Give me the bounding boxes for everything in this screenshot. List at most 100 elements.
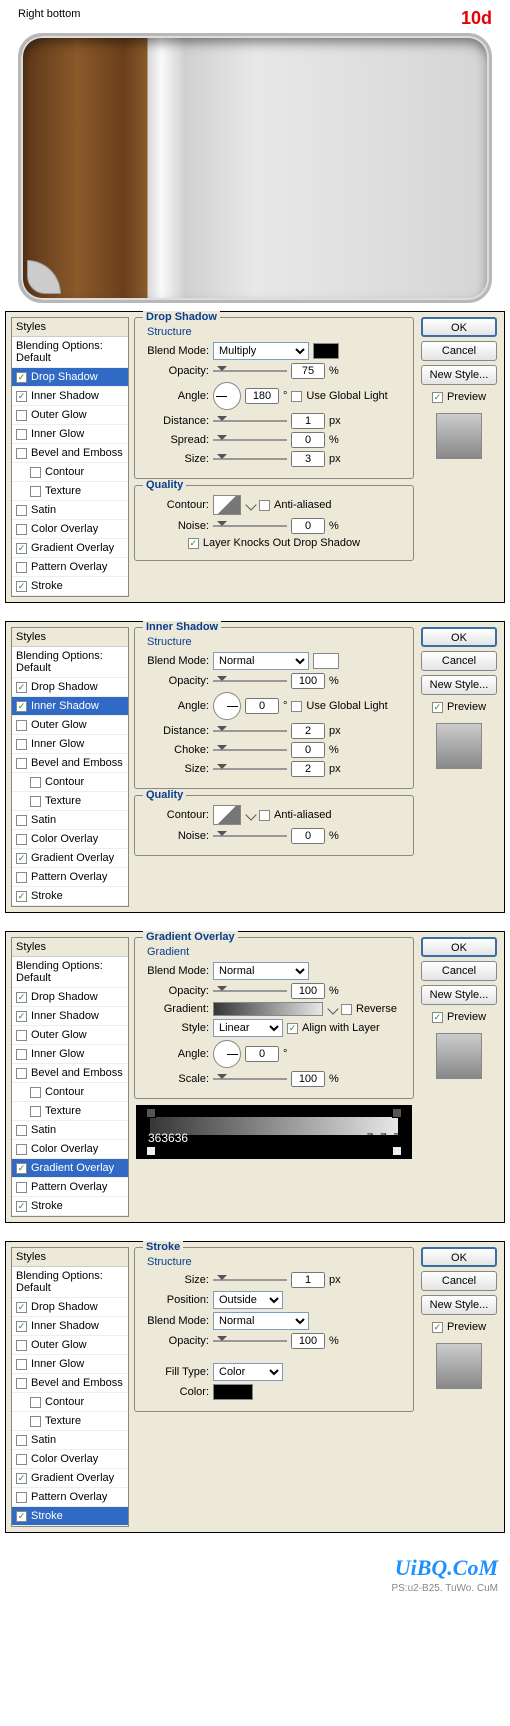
r3-slider[interactable] xyxy=(213,458,287,460)
style-item-patovl[interactable]: Pattern Overlay xyxy=(12,1178,128,1197)
angle-input[interactable] xyxy=(245,388,279,404)
style-item-drop[interactable]: ✓Drop Shadow xyxy=(12,1298,128,1317)
angle-dial[interactable] xyxy=(213,382,241,410)
cancel-button[interactable]: Cancel xyxy=(421,1271,497,1291)
checkbox[interactable] xyxy=(16,720,27,731)
aa-checkbox[interactable] xyxy=(259,500,270,511)
position-select[interactable]: Outside xyxy=(213,1291,283,1309)
checkbox[interactable]: ✓ xyxy=(16,1011,27,1022)
checkbox[interactable] xyxy=(16,429,27,440)
style-item-iglow[interactable]: Inner Glow xyxy=(12,735,128,754)
checkbox[interactable]: ✓ xyxy=(16,891,27,902)
chevron-down-icon[interactable] xyxy=(327,1003,338,1014)
noise-input[interactable] xyxy=(291,518,325,534)
reverse-checkbox[interactable] xyxy=(341,1004,352,1015)
style-item-bevel[interactable]: Bevel and Emboss xyxy=(12,444,128,463)
cancel-button[interactable]: Cancel xyxy=(421,651,497,671)
checkbox[interactable]: ✓ xyxy=(16,372,27,383)
style-item-iglow[interactable]: Inner Glow xyxy=(12,1355,128,1374)
style-item-gradovl[interactable]: ✓Gradient Overlay xyxy=(12,539,128,558)
r3-slider[interactable] xyxy=(213,768,287,770)
blending-options[interactable]: Blending Options: Default xyxy=(12,1267,128,1298)
style-item-drop[interactable]: ✓Drop Shadow xyxy=(12,368,128,387)
checkbox[interactable]: ✓ xyxy=(16,682,27,693)
style-item-oglow[interactable]: Outer Glow xyxy=(12,1026,128,1045)
preview-checkbox[interactable]: ✓ xyxy=(432,1322,443,1333)
style-item-covl[interactable]: Color Overlay xyxy=(12,830,128,849)
color-swatch[interactable] xyxy=(213,1384,253,1400)
style-item-contour[interactable]: Contour xyxy=(12,1393,128,1412)
new-style-button[interactable]: New Style... xyxy=(421,675,497,695)
style-item-patovl[interactable]: Pattern Overlay xyxy=(12,868,128,887)
style-item-inner[interactable]: ✓Inner Shadow xyxy=(12,387,128,406)
preview-checkbox[interactable]: ✓ xyxy=(432,1012,443,1023)
checkbox[interactable] xyxy=(30,486,41,497)
scale-slider[interactable] xyxy=(213,1078,287,1080)
style-item-iglow[interactable]: Inner Glow xyxy=(12,425,128,444)
checkbox[interactable]: ✓ xyxy=(16,391,27,402)
style-item-texture[interactable]: Texture xyxy=(12,792,128,811)
checkbox[interactable] xyxy=(16,1340,27,1351)
cancel-button[interactable]: Cancel xyxy=(421,341,497,361)
contour-picker[interactable] xyxy=(213,805,241,825)
scale-input[interactable] xyxy=(291,1071,325,1087)
opacity-slider[interactable] xyxy=(213,680,287,682)
r3-input[interactable] xyxy=(291,451,325,467)
style-item-gradovl[interactable]: ✓Gradient Overlay xyxy=(12,1159,128,1178)
checkbox[interactable] xyxy=(16,524,27,535)
style-item-oglow[interactable]: Outer Glow xyxy=(12,406,128,425)
checkbox[interactable] xyxy=(30,796,41,807)
ugl-checkbox[interactable] xyxy=(291,391,302,402)
contour-picker[interactable] xyxy=(213,495,241,515)
size-input[interactable] xyxy=(291,1272,325,1288)
checkbox[interactable] xyxy=(16,562,27,573)
angle-input[interactable] xyxy=(245,1046,279,1062)
checkbox[interactable] xyxy=(16,1492,27,1503)
checkbox[interactable]: ✓ xyxy=(16,1201,27,1212)
checkbox[interactable] xyxy=(16,1359,27,1370)
style-item-stroke[interactable]: ✓Stroke xyxy=(12,1197,128,1216)
stop-top-right[interactable] xyxy=(392,1108,402,1118)
style-item-contour[interactable]: Contour xyxy=(12,463,128,482)
style-item-satin[interactable]: Satin xyxy=(12,811,128,830)
checkbox[interactable]: ✓ xyxy=(16,581,27,592)
ok-button[interactable]: OK xyxy=(421,1247,497,1267)
style-item-contour[interactable]: Contour xyxy=(12,1083,128,1102)
style-item-bevel[interactable]: Bevel and Emboss xyxy=(12,754,128,773)
checkbox[interactable] xyxy=(30,1106,41,1117)
preview-checkbox[interactable]: ✓ xyxy=(432,702,443,713)
r2-slider[interactable] xyxy=(213,749,287,751)
checkbox[interactable] xyxy=(16,448,27,459)
align-checkbox[interactable]: ✓ xyxy=(287,1023,298,1034)
blending-options[interactable]: Blending Options: Default xyxy=(12,337,128,368)
size-slider[interactable] xyxy=(213,1279,287,1281)
checkbox[interactable] xyxy=(16,815,27,826)
chevron-down-icon[interactable] xyxy=(245,499,256,510)
noise-slider[interactable] xyxy=(213,835,287,837)
checkbox[interactable] xyxy=(16,1454,27,1465)
angle-input[interactable] xyxy=(245,698,279,714)
style-item-texture[interactable]: Texture xyxy=(12,1102,128,1121)
style-item-oglow[interactable]: Outer Glow xyxy=(12,716,128,735)
color-swatch[interactable] xyxy=(313,653,339,669)
style-item-covl[interactable]: Color Overlay xyxy=(12,1140,128,1159)
opacity-input[interactable] xyxy=(291,1333,325,1349)
checkbox[interactable] xyxy=(16,1030,27,1041)
checkbox[interactable]: ✓ xyxy=(16,1511,27,1522)
blending-options[interactable]: Blending Options: Default xyxy=(12,647,128,678)
preview-checkbox[interactable]: ✓ xyxy=(432,392,443,403)
stop-top-left[interactable] xyxy=(146,1108,156,1118)
checkbox[interactable] xyxy=(16,1049,27,1060)
checkbox[interactable] xyxy=(30,1397,41,1408)
style-item-covl[interactable]: Color Overlay xyxy=(12,520,128,539)
style-item-stroke[interactable]: ✓Stroke xyxy=(12,887,128,906)
r1-input[interactable] xyxy=(291,413,325,429)
opacity-input[interactable] xyxy=(291,983,325,999)
stop-bot-left[interactable] xyxy=(146,1146,156,1156)
opacity-input[interactable] xyxy=(291,673,325,689)
noise-slider[interactable] xyxy=(213,525,287,527)
blending-options[interactable]: Blending Options: Default xyxy=(12,957,128,988)
checkbox[interactable] xyxy=(30,1416,41,1427)
cancel-button[interactable]: Cancel xyxy=(421,961,497,981)
style-item-texture[interactable]: Texture xyxy=(12,1412,128,1431)
